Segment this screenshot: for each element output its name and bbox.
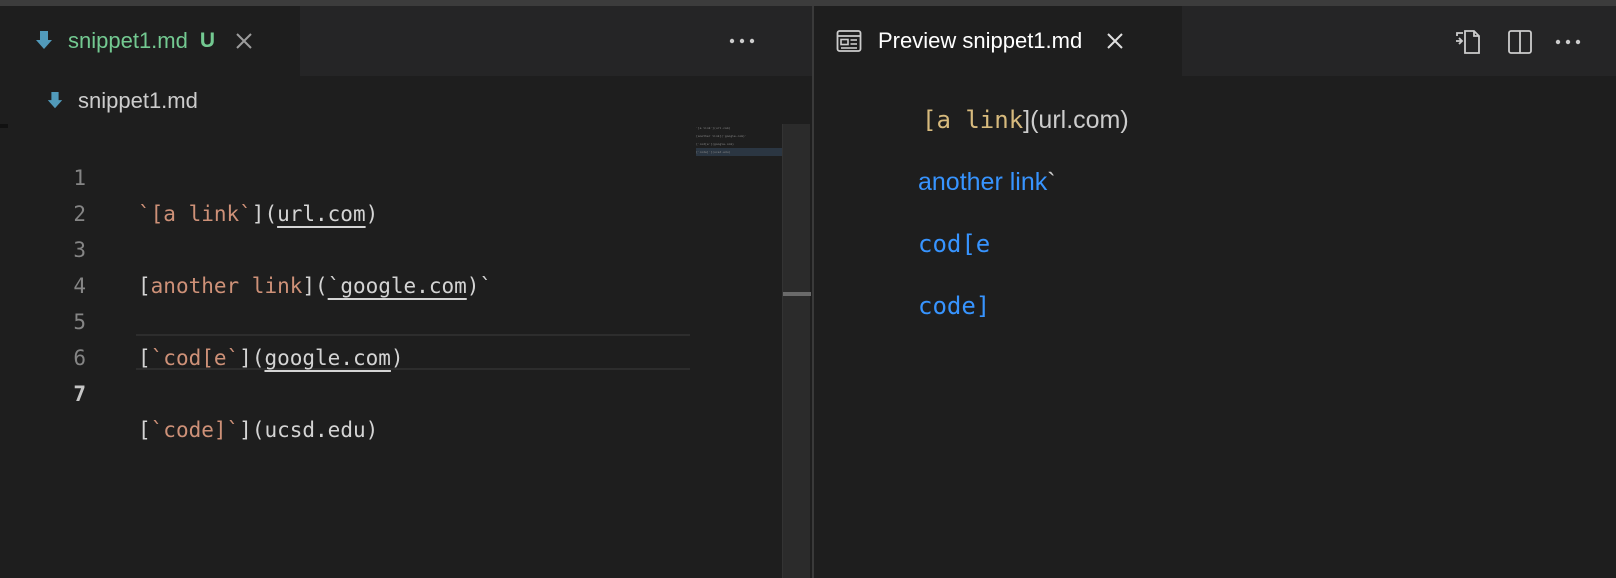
code-editor[interactable]: 1 `[a link`](url.com) 2 3 [another link]… [0, 124, 690, 442]
minimap-line: `[a link`](url.com) [696, 126, 731, 130]
split-editor-icon [1508, 30, 1532, 54]
code-token: `code]` [150, 418, 240, 442]
code-line[interactable]: 5 [`cod[e`](google.com) [0, 268, 690, 370]
code-line[interactable]: 1 `[a link`](url.com) [0, 124, 690, 226]
close-icon[interactable] [1104, 30, 1126, 52]
code-line[interactable]: 6 [0, 304, 690, 370]
more-actions-button[interactable] [726, 28, 758, 54]
markdown-icon [46, 90, 64, 112]
untracked-badge: U [199, 29, 216, 52]
breadcrumb[interactable]: snippet1.md [46, 86, 198, 116]
preview-link-code[interactable]: cod[e [918, 230, 990, 258]
code-line[interactable]: 2 [0, 160, 690, 226]
minimap-line: [`code]`](ucsd.edu) [696, 148, 782, 156]
scrollbar-cursor-marker [783, 292, 811, 296]
editor-group-left: snippet1.md U snippet1.md 1 `[a link`](u… [0, 6, 812, 578]
inline-code: [a link [922, 106, 1024, 134]
tab-snippet1-md[interactable]: snippet1.md U [0, 6, 300, 76]
preview-link[interactable]: another link [918, 168, 1047, 196]
code-token: ](ucsd.edu) [239, 418, 379, 442]
more-actions-button[interactable] [1552, 26, 1584, 58]
code-line[interactable]: 3 [another link](`google.com)` [0, 196, 690, 298]
markdown-icon [34, 29, 54, 53]
minimap-line: [`cod[e`](google.com) [696, 142, 734, 146]
close-icon[interactable] [233, 30, 255, 52]
tab-preview-snippet1-md[interactable]: Preview snippet1.md [814, 6, 1182, 76]
code-line[interactable]: 7 [`code]`](ucsd.edu) [0, 340, 690, 442]
code-token: [ [138, 418, 151, 442]
preview-text: ` [1047, 168, 1056, 196]
preview-text: ](url.com) [1023, 106, 1129, 134]
tab-title: snippet1.md [68, 28, 188, 53]
tab-title: Preview snippet1.md [878, 28, 1083, 53]
preview-icon [836, 29, 862, 53]
open-file-icon [1456, 30, 1480, 54]
code-line[interactable]: 4 [0, 232, 690, 298]
preview-paragraph-2: another link` [918, 168, 1056, 197]
preview-paragraph-1: [a link](url.com) [922, 106, 1129, 135]
breadcrumb-file[interactable]: snippet1.md [78, 88, 198, 114]
ellipsis-icon [1555, 39, 1581, 45]
editor-tab-bar: snippet1.md U [0, 6, 812, 76]
vertical-scrollbar[interactable] [782, 124, 811, 578]
preview-tab-bar: Preview snippet1.md [814, 6, 1616, 76]
minimap[interactable]: `[a link`](url.com) [another link](`goog… [696, 124, 782, 164]
markdown-preview: [a link](url.com) another link` cod[e co… [814, 76, 1616, 578]
split-editor-button[interactable] [1504, 26, 1536, 58]
line-number-active: 7 [73, 382, 86, 406]
editor-group-right: Preview snippet1.md [a link](url.com) an… [814, 6, 1616, 578]
open-source-button[interactable] [1452, 26, 1484, 58]
minimap-line: [another link](`google.com)` [696, 134, 747, 138]
ellipsis-icon [729, 38, 755, 44]
preview-link-code[interactable]: code] [918, 292, 990, 320]
